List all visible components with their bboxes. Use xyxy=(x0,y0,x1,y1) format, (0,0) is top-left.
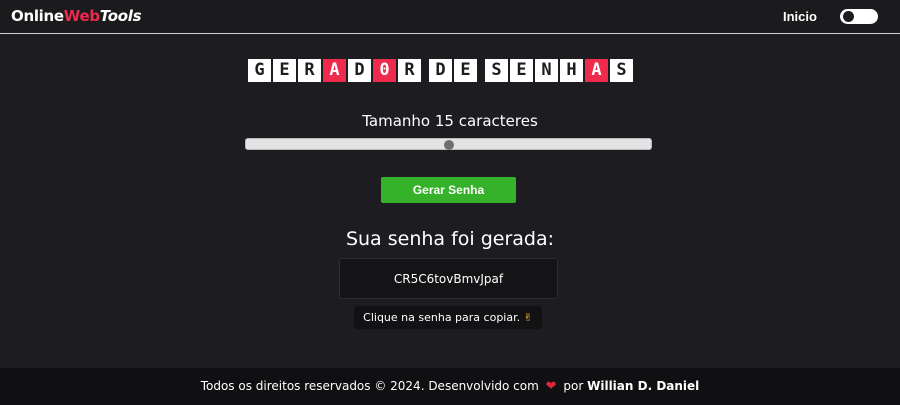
title-letter-tile: H xyxy=(560,59,583,82)
title-letter-tile: S xyxy=(485,59,508,82)
footer-copyright: Todos os direitos reservados © 2024. Des… xyxy=(200,379,539,393)
password-size-label: Tamanho 15 caracteres xyxy=(362,112,538,130)
generate-password-button[interactable]: Gerar Senha xyxy=(381,177,516,203)
copy-hint: Clique na senha para copiar. ✌ xyxy=(354,306,542,329)
nav-link-inicio[interactable]: Inicio xyxy=(783,9,817,24)
slider-thumb[interactable] xyxy=(444,140,454,150)
site-logo[interactable]: OnlineWebTools xyxy=(11,7,142,25)
logo-part-tools: Tools xyxy=(99,7,142,25)
footer-author[interactable]: Willian D. Daniel xyxy=(587,379,699,393)
title-letter-tile: R xyxy=(398,59,421,82)
footer-by: por xyxy=(563,379,584,393)
title-letter-tile: E xyxy=(510,59,533,82)
generated-password[interactable]: CR5C6tovBmvJpaf xyxy=(339,258,558,299)
result-title: Sua senha foi gerada: xyxy=(345,228,555,250)
navbar: OnlineWebTools Inicio xyxy=(0,0,900,34)
theme-toggle[interactable] xyxy=(840,9,878,24)
victory-hand-icon: ✌ xyxy=(523,311,533,324)
title-letter-tile: D xyxy=(348,59,371,82)
title-letter-tile: E xyxy=(273,59,296,82)
title-letter-tile: A xyxy=(323,59,346,82)
title-letter-tile: R xyxy=(298,59,321,82)
logo-part-online: Online xyxy=(11,7,64,25)
title-letter-tile: S xyxy=(610,59,633,82)
title-letter-tile: E xyxy=(454,59,477,82)
toggle-knob xyxy=(843,11,854,22)
title-letter-tile: G xyxy=(248,59,271,82)
title-letter-tile: A xyxy=(585,59,608,82)
title-letter-tile: 0 xyxy=(373,59,396,82)
page-title: GERAD0RDESENHAS xyxy=(248,59,650,82)
title-letter-tile: N xyxy=(535,59,558,82)
copy-hint-text: Clique na senha para copiar. xyxy=(363,311,521,324)
logo-part-web: Web xyxy=(63,7,100,25)
footer: Todos os direitos reservados © 2024. Des… xyxy=(0,368,900,405)
title-letter-tile: D xyxy=(429,59,452,82)
password-length-slider[interactable] xyxy=(245,138,652,150)
heart-icon: ❤ xyxy=(545,379,557,394)
